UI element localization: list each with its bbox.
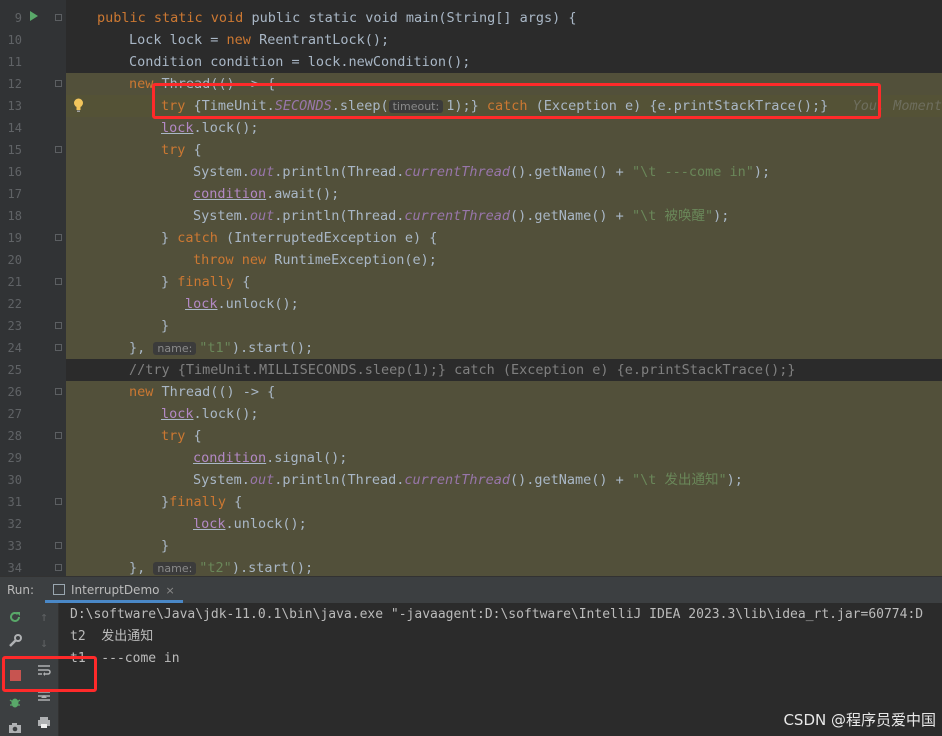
- editor-gutter: 9 10 11 12 13 14 15 16 17 18 19 20 21 22 23 24 25 26 27 28 2…: [0, 0, 66, 576]
- code-line-23: }: [66, 315, 942, 337]
- line-number: 10: [7, 33, 22, 47]
- line-number: 24: [7, 341, 22, 355]
- console-line: t2 发出通知: [70, 629, 154, 644]
- line-number: 30: [7, 473, 22, 487]
- fold-marker-icon[interactable]: [55, 278, 62, 285]
- fold-marker-icon[interactable]: [55, 388, 62, 395]
- code-line-21: } finally {: [66, 271, 942, 293]
- code-line-25: //try {TimeUnit.MILLISECONDS.sleep(1);} …: [129, 362, 796, 378]
- run-main-icon[interactable]: [30, 11, 38, 21]
- code-editor[interactable]: 9 10 11 12 13 14 15 16 17 18 19 20 21 22 23 24 25 26 27 28 2…: [0, 0, 942, 576]
- line-number: 25: [7, 363, 22, 377]
- line-number: 12: [7, 77, 22, 91]
- line-number: 11: [7, 55, 22, 69]
- wrench-icon[interactable]: [7, 633, 23, 649]
- watermark: CSDN @程序员爱中国: [783, 711, 936, 729]
- close-icon[interactable]: ×: [165, 584, 174, 597]
- run-config-icon: [53, 584, 65, 595]
- code-line-22: lock.unlock();: [66, 293, 942, 315]
- line-number: 19: [7, 231, 22, 245]
- line-number: 17: [7, 187, 22, 201]
- code-line-24: }, name: "t1").start();: [66, 337, 942, 359]
- print-icon[interactable]: [36, 714, 52, 730]
- lightbulb-icon[interactable]: [73, 98, 84, 112]
- code-line-32: lock.unlock();: [66, 513, 942, 535]
- code-line-31: }finally {: [66, 491, 942, 513]
- code-line-9: public static void public static void ma…: [97, 10, 577, 26]
- line-number: 16: [7, 165, 22, 179]
- line-number: 32: [7, 517, 22, 531]
- tab-label: InterruptDemo: [71, 583, 160, 597]
- line-number: 20: [7, 253, 22, 267]
- line-number: 21: [7, 275, 22, 289]
- rerun-icon[interactable]: [7, 609, 23, 625]
- line-number: 9: [14, 11, 22, 25]
- line-number: 15: [7, 143, 22, 157]
- fold-marker-icon[interactable]: [55, 322, 62, 329]
- line-number: 14: [7, 121, 22, 135]
- line-number: 28: [7, 429, 22, 443]
- code-line-33: }: [66, 535, 942, 557]
- debug-bug-icon[interactable]: [7, 694, 23, 710]
- fold-marker-icon[interactable]: [55, 564, 62, 571]
- line-number: 22: [7, 297, 22, 311]
- fold-marker-icon[interactable]: [55, 146, 62, 153]
- console-line: D:\software\Java\jdk-11.0.1\bin\java.exe…: [70, 607, 924, 622]
- code-line-19: } catch (InterruptedException e) {: [66, 227, 942, 249]
- code-line-20: throw new RuntimeException(e);: [66, 249, 942, 271]
- code-line-10: Lock lock = new ReentrantLock();: [129, 32, 390, 48]
- code-line-27: lock.lock();: [66, 403, 942, 425]
- fold-marker-icon[interactable]: [55, 344, 62, 351]
- fold-marker-icon[interactable]: [55, 542, 62, 549]
- line-number: 23: [7, 319, 22, 333]
- annotation-box-stop: [2, 656, 97, 692]
- camera-icon[interactable]: [7, 720, 23, 736]
- line-number: 31: [7, 495, 22, 509]
- arrow-up-icon[interactable]: ↑: [36, 609, 52, 625]
- code-line-14: lock.lock();: [66, 117, 942, 139]
- code-line-15: try {: [66, 139, 942, 161]
- line-number: 34: [7, 561, 22, 575]
- code-line-28: try {: [66, 425, 942, 447]
- run-tool-window-header: Run: InterruptDemo ×: [0, 576, 942, 603]
- fold-marker-icon[interactable]: [55, 432, 62, 439]
- run-label: Run:: [7, 583, 35, 597]
- line-number: 29: [7, 451, 22, 465]
- line-number: 18: [7, 209, 22, 223]
- code-line-34: }, name: "t2").start();: [66, 557, 942, 576]
- fold-marker-icon[interactable]: [55, 14, 62, 21]
- fold-marker-icon[interactable]: [55, 80, 62, 87]
- line-number: 27: [7, 407, 22, 421]
- code-line-18: System.out.println(Thread.currentThread(…: [66, 205, 942, 227]
- line-number: 26: [7, 385, 22, 399]
- fold-marker-icon[interactable]: [55, 498, 62, 505]
- tab-interrupt-demo[interactable]: InterruptDemo ×: [45, 577, 183, 603]
- annotation-box-line-13: [152, 83, 881, 119]
- code-line-17: condition.await();: [66, 183, 942, 205]
- line-number: 13: [7, 99, 22, 113]
- code-line-29: condition.signal();: [66, 447, 942, 469]
- code-line-11: Condition condition = lock.newCondition(…: [129, 54, 471, 70]
- line-number: 33: [7, 539, 22, 553]
- param-hint-name: name:: [153, 342, 197, 355]
- code-line-26: new Thread(() -> {: [66, 381, 942, 403]
- param-hint-name: name:: [153, 562, 197, 575]
- code-line-30: System.out.println(Thread.currentThread(…: [66, 469, 942, 491]
- arrow-down-icon[interactable]: ↓: [36, 635, 52, 651]
- fold-marker-icon[interactable]: [55, 234, 62, 241]
- code-line-16: System.out.println(Thread.currentThread(…: [66, 161, 942, 183]
